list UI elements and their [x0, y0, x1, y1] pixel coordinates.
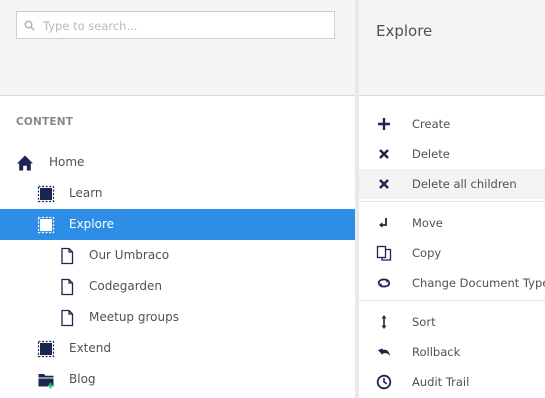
- tree-item-label: Our Umbraco: [89, 248, 170, 262]
- menu-item-sort[interactable]: Sort: [359, 307, 545, 337]
- menu-item-delete[interactable]: Delete: [359, 139, 545, 169]
- tree-item-explore[interactable]: Explore: [0, 209, 355, 240]
- tree-item-learn[interactable]: Learn: [0, 178, 355, 209]
- menu-separator: [359, 201, 545, 202]
- menu-item-change-document-type[interactable]: Change Document Type: [359, 268, 545, 298]
- menu-item-delete-all-children[interactable]: Delete all children: [359, 169, 545, 199]
- menu-item-rollback[interactable]: Rollback: [359, 337, 545, 367]
- search-area: [0, 0, 355, 96]
- actions-panel: Explore Create Delete Delete all childre…: [359, 0, 545, 398]
- tree-item-meetup-groups[interactable]: Meetup groups: [0, 302, 355, 333]
- tree-item-blog[interactable]: Blog: [0, 364, 355, 395]
- section-icon: [37, 340, 55, 358]
- tree-item-label: Meetup groups: [89, 310, 179, 324]
- tree-item-label: Codegarden: [89, 279, 163, 293]
- undo-icon: [378, 348, 390, 356]
- menu-item-label: Delete: [412, 147, 450, 161]
- menu-item-label: Audit Trail: [412, 375, 470, 389]
- menu-item-audit-trail[interactable]: Audit Trail: [359, 367, 545, 397]
- copy-icon: [376, 245, 392, 261]
- menu-item-copy[interactable]: Copy: [359, 238, 545, 268]
- move-icon: [379, 218, 387, 228]
- section-icon: [37, 216, 55, 234]
- menu-item-create[interactable]: Create: [359, 109, 545, 139]
- clock-icon: [376, 374, 392, 390]
- section-icon: [37, 185, 55, 203]
- tree-item-our-umbraco[interactable]: Our Umbraco: [0, 240, 355, 271]
- sort-icon: [381, 315, 387, 329]
- menu-item-label: Change Document Type: [412, 276, 545, 290]
- folder-icon: [38, 374, 54, 389]
- tree-item-label: Extend: [69, 341, 111, 355]
- tree-item-label: Blog: [69, 372, 96, 386]
- document-icon: [61, 247, 74, 265]
- menu-item-label: Copy: [412, 246, 442, 260]
- tree-item-extend[interactable]: Extend: [0, 333, 355, 364]
- tree-item-label: Learn: [69, 186, 103, 200]
- tree-item-home[interactable]: Home: [0, 147, 355, 178]
- change-type-icon: [377, 278, 391, 288]
- tree-item-codegarden[interactable]: Codegarden: [0, 271, 355, 302]
- delete-icon: [379, 179, 389, 189]
- actions-header: Explore: [359, 0, 545, 96]
- search-input[interactable]: [41, 15, 330, 37]
- content-tree-panel: CONTENT Home Learn Explore Our Umbraco: [0, 0, 355, 398]
- search-box[interactable]: [16, 11, 335, 39]
- home-icon: [17, 155, 33, 171]
- menu-item-label: Rollback: [412, 345, 461, 359]
- content-heading: CONTENT: [16, 116, 74, 128]
- menu-item-label: Delete all children: [412, 177, 517, 191]
- menu-item-label: Sort: [412, 315, 436, 329]
- menu-item-label: Create: [412, 117, 451, 131]
- document-icon: [61, 278, 74, 296]
- tree-item-label: Explore: [69, 217, 115, 231]
- delete-icon: [379, 149, 389, 159]
- menu-item-label: Move: [412, 216, 443, 230]
- actions-title: Explore: [376, 22, 433, 40]
- document-icon: [61, 309, 74, 327]
- menu-separator: [359, 300, 545, 301]
- search-icon: [24, 20, 35, 31]
- menu-item-move[interactable]: Move: [359, 208, 545, 238]
- tree-item-label: Home: [49, 155, 85, 169]
- plus-icon: [378, 118, 390, 130]
